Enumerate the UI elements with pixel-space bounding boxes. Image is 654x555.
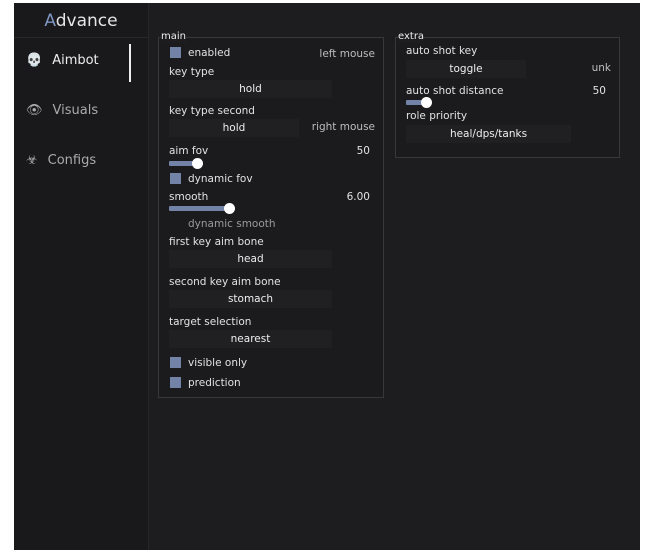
auto-shot-key-label: auto shot key bbox=[406, 45, 478, 57]
aim-fov-handle[interactable] bbox=[192, 158, 203, 169]
prediction-label: prediction bbox=[188, 377, 241, 389]
dynamic-fov-label: dynamic fov bbox=[188, 173, 253, 185]
app-window: Advance 💀 Aimbot 👁 Visuals ☣ Configs main e… bbox=[14, 3, 640, 550]
active-indicator bbox=[129, 44, 131, 82]
aim-fov-label: aim fov bbox=[169, 145, 209, 157]
extra-panel: extra auto shot key toggle unk auto shot… bbox=[395, 31, 620, 158]
key-type-second-label: key type second bbox=[169, 105, 255, 117]
dynamic-smooth-checkbox[interactable]: dynamic smooth bbox=[188, 218, 276, 230]
eye-icon: 👁 bbox=[26, 103, 43, 118]
skull-icon: 💀 bbox=[26, 53, 43, 68]
role-priority-combo[interactable]: heal/dps/tanks bbox=[406, 125, 571, 143]
second-keybind[interactable]: right mouse bbox=[312, 121, 375, 133]
main-panel: main enabled left mouse key type hold ke… bbox=[158, 31, 384, 398]
smooth-handle[interactable] bbox=[224, 203, 235, 214]
dynamic-fov-checkbox[interactable] bbox=[170, 173, 181, 184]
panel-title: main bbox=[161, 31, 186, 43]
sidebar-item-visuals[interactable]: 👁 Visuals bbox=[26, 103, 98, 118]
panel-title: extra bbox=[398, 31, 425, 43]
smooth-value: 6.00 bbox=[346, 191, 370, 203]
first-bone-combo[interactable]: head bbox=[169, 250, 332, 268]
biohazard-icon: ☣ bbox=[26, 153, 38, 168]
key-type-second-combo[interactable]: hold bbox=[169, 119, 299, 137]
smooth-label: smooth bbox=[169, 191, 209, 203]
key-type-label: key type bbox=[169, 66, 215, 78]
enabled-checkbox[interactable] bbox=[170, 47, 181, 58]
visible-only-checkbox[interactable] bbox=[170, 357, 181, 368]
auto-shot-distance-label: auto shot distance bbox=[406, 85, 504, 97]
role-priority-label: role priority bbox=[406, 110, 468, 122]
target-selection-combo[interactable]: nearest bbox=[169, 330, 332, 348]
prediction-checkbox[interactable] bbox=[170, 377, 181, 388]
auto-shot-distance-value: 50 bbox=[592, 85, 606, 97]
second-bone-combo[interactable]: stomach bbox=[169, 290, 332, 308]
auto-shot-keybind[interactable]: unk bbox=[592, 62, 611, 74]
enabled-label: enabled bbox=[188, 47, 231, 59]
aim-fov-value: 50 bbox=[356, 145, 370, 157]
target-selection-label: target selection bbox=[169, 316, 252, 328]
divider bbox=[14, 37, 148, 38]
sidebar: Advance 💀 Aimbot 👁 Visuals ☣ Configs bbox=[14, 3, 149, 550]
auto-shot-key-combo[interactable]: toggle bbox=[406, 60, 526, 78]
logo: Advance bbox=[44, 11, 118, 31]
first-bone-label: first key aim bone bbox=[169, 236, 264, 248]
sidebar-item-aimbot[interactable]: 💀 Aimbot bbox=[26, 53, 99, 68]
visible-only-label: visible only bbox=[188, 357, 248, 369]
auto-shot-distance-handle[interactable] bbox=[421, 97, 432, 108]
sidebar-item-configs[interactable]: ☣ Configs bbox=[26, 153, 96, 168]
enabled-keybind[interactable]: left mouse bbox=[319, 48, 375, 60]
key-type-combo[interactable]: hold bbox=[169, 80, 332, 98]
smooth-slider[interactable] bbox=[169, 206, 229, 211]
second-bone-label: second key aim bone bbox=[169, 276, 281, 288]
